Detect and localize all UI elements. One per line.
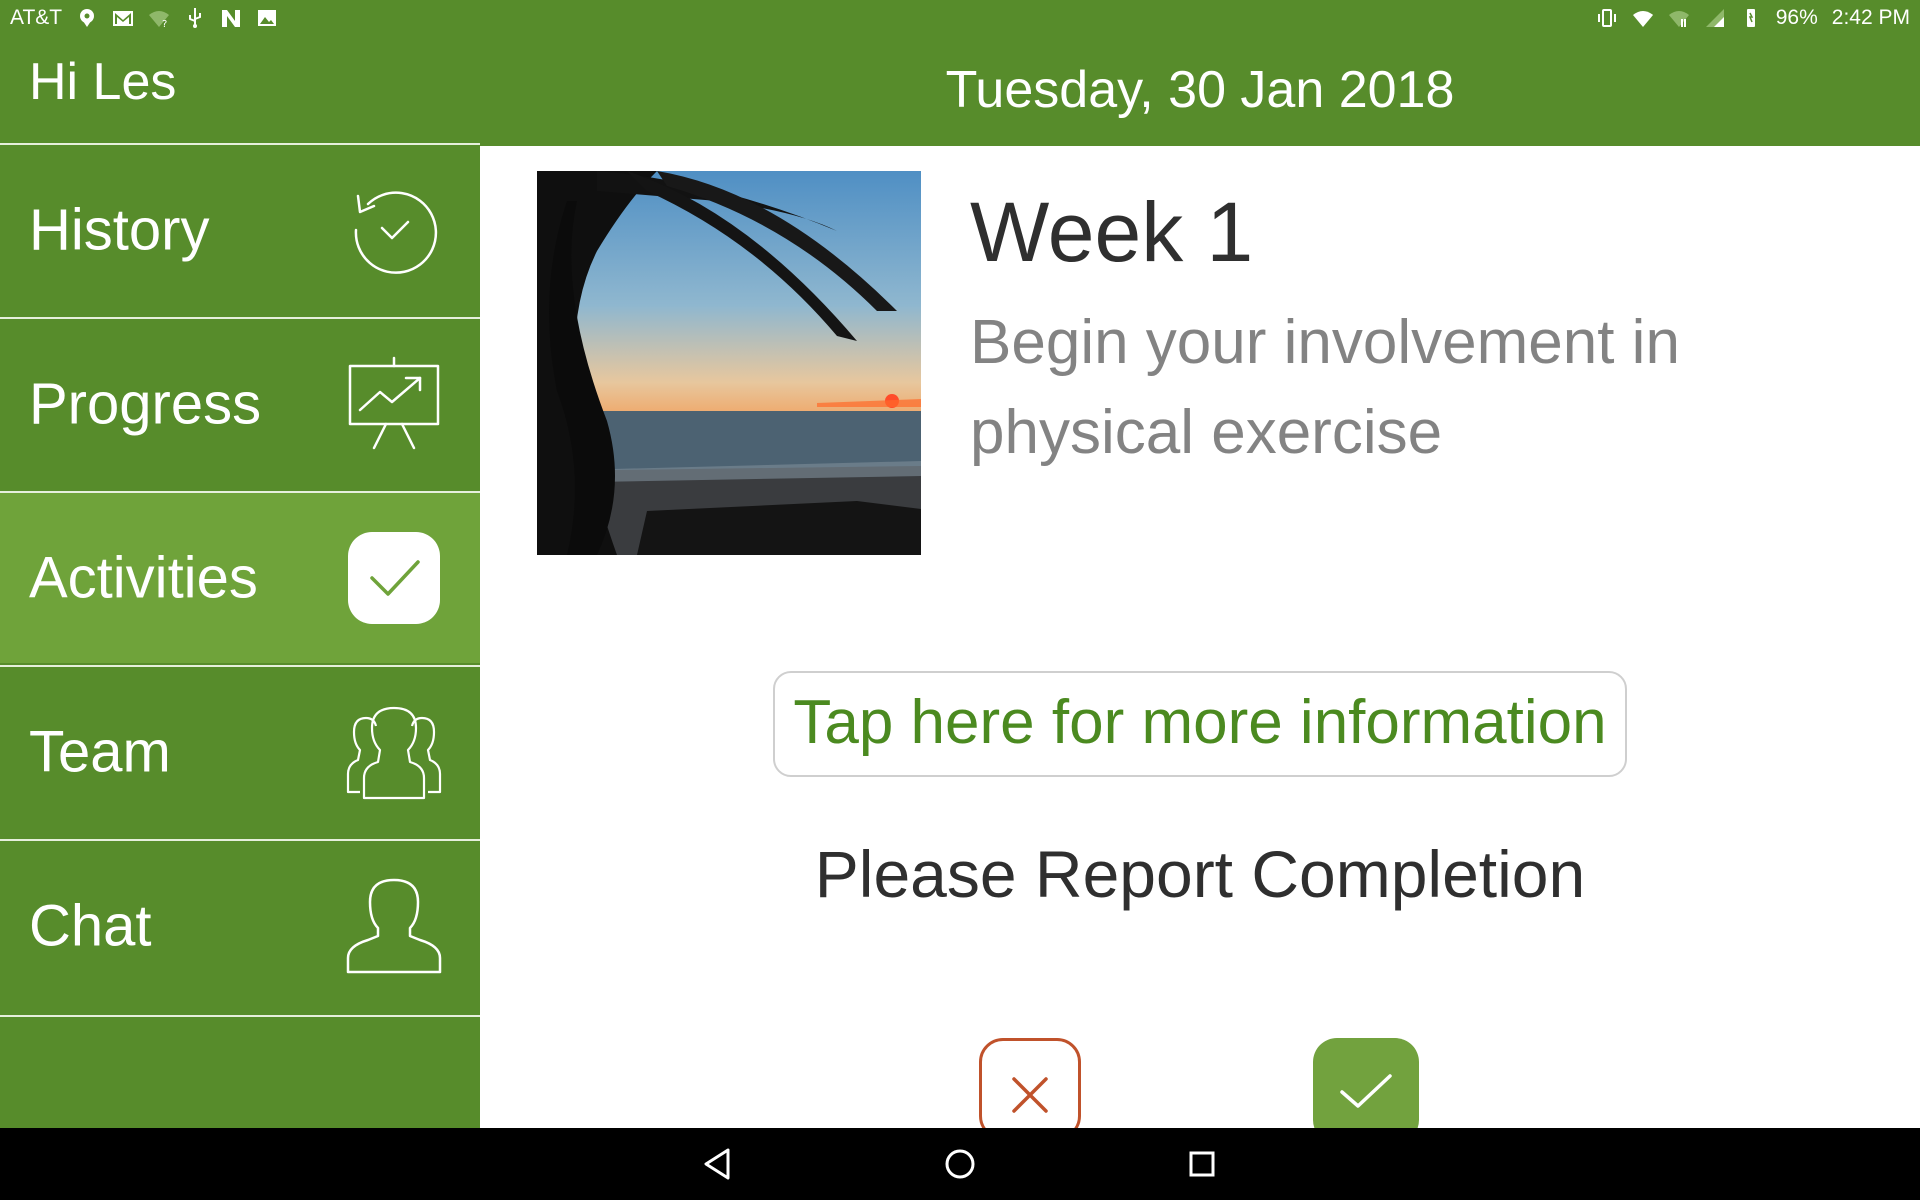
close-icon — [1012, 1077, 1048, 1113]
home-icon[interactable] — [942, 1146, 978, 1182]
more-info-button[interactable]: Tap here for more information — [773, 671, 1627, 777]
sidebar: History Progress Activities Team Chat — [0, 143, 480, 1128]
greeting: Hi Les — [29, 53, 177, 111]
report-completion-label: Please Report Completion — [814, 837, 1586, 911]
person-icon — [346, 878, 442, 974]
image-icon — [256, 7, 278, 29]
history-icon — [346, 182, 442, 278]
check-icon — [1340, 1074, 1392, 1108]
recents-icon[interactable] — [1184, 1146, 1220, 1182]
data-icon — [1668, 7, 1690, 29]
team-icon — [346, 704, 442, 800]
n-icon — [220, 7, 242, 29]
sidebar-item-activities[interactable]: Activities — [0, 491, 480, 663]
week-title: Week 1 — [970, 185, 1254, 279]
sidebar-divider — [0, 1015, 480, 1017]
vibrate-icon — [1596, 7, 1618, 29]
battery-icon — [1740, 7, 1762, 29]
clock: 2:42 PM — [1831, 6, 1910, 29]
checkmark-icon — [346, 530, 442, 626]
sidebar-item-label: Team — [29, 719, 171, 785]
confirm-button[interactable] — [1313, 1038, 1419, 1128]
svg-text:?: ? — [162, 19, 167, 29]
location-icon — [76, 7, 98, 29]
sidebar-item-label: Activities — [29, 545, 258, 611]
wifi-question-icon: ? — [148, 7, 170, 29]
week-description: Begin your involvement in physical exerc… — [970, 308, 1680, 467]
beach-sunset-image — [537, 171, 921, 555]
carrier-label: AT&T — [10, 6, 63, 29]
wifi-icon — [1632, 7, 1654, 29]
sidebar-item-team[interactable]: Team — [0, 665, 480, 837]
activity-panel: Week 1 Begin your involvement in physica… — [480, 146, 1920, 1128]
sidebar-item-chat[interactable]: Chat — [0, 839, 480, 1011]
back-icon[interactable] — [700, 1146, 736, 1182]
gmail-icon — [112, 7, 134, 29]
status-bar: AT&T ? 96% 2:42 PM — [0, 0, 1920, 36]
app-header: Hi Les Tuesday, 30 Jan 2018 — [0, 36, 1920, 146]
current-date: Tuesday, 30 Jan 2018 — [945, 61, 1455, 119]
usb-icon — [184, 7, 206, 29]
status-right: 96% 2:42 PM — [1596, 6, 1910, 30]
sidebar-item-history[interactable]: History — [0, 143, 480, 315]
progress-chart-icon — [346, 356, 442, 452]
signal-icon — [1704, 7, 1726, 29]
battery-percent: 96% — [1775, 6, 1818, 29]
decline-button[interactable] — [979, 1038, 1081, 1128]
sidebar-item-progress[interactable]: Progress — [0, 317, 480, 489]
sidebar-item-label: Progress — [29, 371, 262, 437]
status-left: AT&T ? — [10, 6, 278, 30]
sidebar-item-label: History — [29, 197, 210, 263]
sidebar-item-label: Chat — [29, 893, 152, 959]
week-image — [537, 171, 921, 555]
system-navigation-bar — [0, 1128, 1920, 1200]
